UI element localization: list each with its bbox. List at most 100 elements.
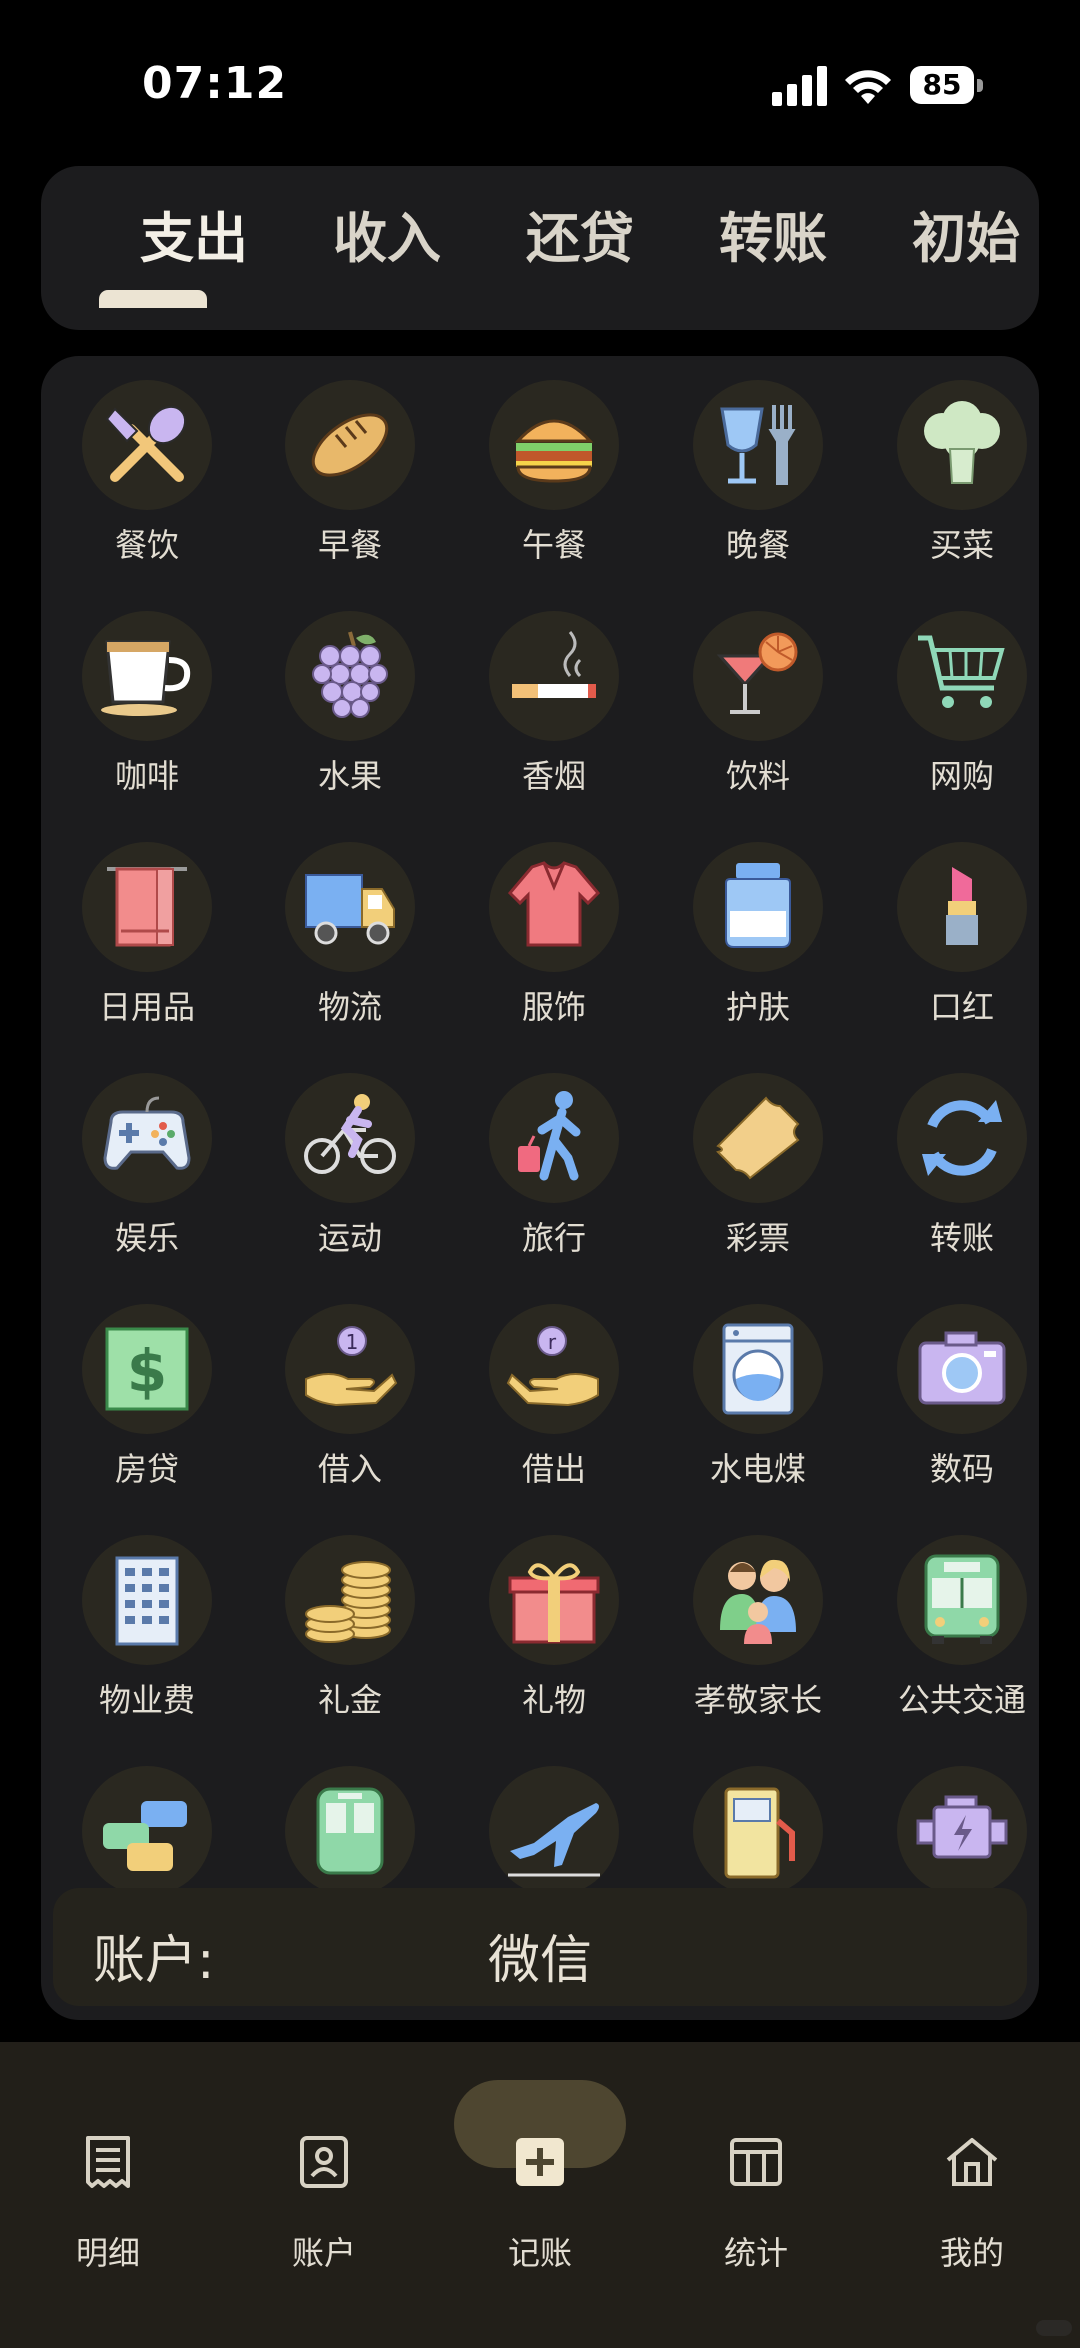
category-label: 买菜 <box>929 526 994 564</box>
gamepad-icon <box>103 1096 191 1170</box>
category-label: 口红 <box>929 988 994 1026</box>
category-icon-bg <box>897 380 1027 510</box>
nav-mine[interactable]: 我的 <box>892 2092 1052 2272</box>
nav-stats-label: 统计 <box>723 2234 788 2272</box>
category-item[interactable]: r 借出 <box>452 1304 652 1534</box>
category-item[interactable]: 礼物 <box>452 1535 652 1765</box>
category-icon-bg: 1 <box>285 1304 415 1434</box>
category-label: 水果 <box>317 757 382 795</box>
category-item[interactable]: 晚餐 <box>656 380 856 610</box>
active-tab-indicator <box>99 290 207 308</box>
category-item[interactable]: 数码 <box>860 1304 1039 1534</box>
category-item[interactable]: 物流 <box>248 842 448 1072</box>
bread-icon <box>311 413 389 477</box>
category-label: 公共交通 <box>897 1681 1026 1719</box>
category-item[interactable]: 口红 <box>860 842 1039 1072</box>
category-icon-bg <box>693 842 823 972</box>
category-icon-bg <box>693 1073 823 1203</box>
category-item[interactable]: 午餐 <box>452 380 652 610</box>
category-icon-bg <box>82 1535 212 1665</box>
category-icon-bg <box>82 842 212 972</box>
cars-icon <box>103 1801 187 1871</box>
gift-icon <box>508 1563 600 1644</box>
category-item[interactable]: 网购 <box>860 611 1039 841</box>
category-label: 饮料 <box>725 757 790 795</box>
bus-icon <box>924 1554 1000 1644</box>
svg-text:1: 1 <box>346 1330 359 1354</box>
cigarette-icon <box>512 631 596 698</box>
category-item[interactable]: 水果 <box>248 611 448 841</box>
category-item[interactable]: 娱乐 <box>45 1073 245 1303</box>
category-item[interactable]: 买菜 <box>860 380 1039 610</box>
category-item[interactable]: 服饰 <box>452 842 652 1072</box>
category-icon-bg <box>285 611 415 741</box>
category-label: 娱乐 <box>114 1219 179 1257</box>
nav-accounts[interactable]: 账户 <box>244 2092 404 2272</box>
hand-coin-in-icon: 1 <box>305 1326 398 1407</box>
category-item[interactable]: 彩票 <box>656 1073 856 1303</box>
category-label: 彩票 <box>725 1219 790 1257</box>
tab-income[interactable]: 收入 <box>312 194 462 273</box>
category-label: 礼物 <box>521 1681 586 1719</box>
category-label: 早餐 <box>317 526 382 564</box>
category-icon-bg <box>82 1766 212 1896</box>
coins-icon <box>305 1561 391 1643</box>
svg-text:$: $ <box>127 1337 167 1405</box>
burger-icon <box>514 419 594 483</box>
category-label: 香烟 <box>521 757 586 795</box>
category-item[interactable]: 香烟 <box>452 611 652 841</box>
lipstick-icon <box>946 867 978 945</box>
battery-level: 85 <box>910 66 974 104</box>
category-icon-bg <box>897 1073 1027 1203</box>
category-icon-bg <box>489 1073 619 1203</box>
category-grid: 餐饮 早餐 午餐 晚餐 买菜咖啡 水果 香烟 饮料 网购日用品 物流 服饰 护肤 口红娱乐 运动 旅行 彩票 转… <box>41 380 1039 2020</box>
category-label: 水电煤 <box>709 1450 806 1488</box>
category-item[interactable]: 转账 <box>860 1073 1039 1303</box>
tab-transfer[interactable]: 转账 <box>698 194 848 273</box>
category-item[interactable]: 孝敬家长 <box>656 1535 856 1765</box>
broccoli-icon <box>924 401 1000 484</box>
category-item[interactable]: 礼金 <box>248 1535 448 1765</box>
category-item[interactable]: 水电煤 <box>656 1304 856 1534</box>
category-item[interactable]: 护肤 <box>656 842 856 1072</box>
category-item[interactable]: 公共交通 <box>860 1535 1039 1765</box>
traveler-icon <box>518 1091 581 1181</box>
category-label: 数码 <box>929 1450 994 1488</box>
tab-repayment[interactable]: 还贷 <box>505 194 655 273</box>
category-item[interactable]: $ 房贷 <box>45 1304 245 1534</box>
category-icon-bg <box>285 1766 415 1896</box>
tab-expense[interactable]: 支出 <box>119 194 269 273</box>
ticket-icon <box>716 1096 800 1180</box>
category-icon-bg <box>489 842 619 972</box>
category-label: 房贷 <box>114 1450 179 1488</box>
nav-record[interactable]: 记账 <box>460 2092 620 2272</box>
category-panel: 餐饮 早餐 午餐 晚餐 买菜咖啡 水果 香烟 饮料 网购日用品 物流 服饰 护肤 口红娱乐 运动 旅行 彩票 转… <box>41 356 1039 2020</box>
category-item[interactable]: 咖啡 <box>45 611 245 841</box>
category-item[interactable]: 早餐 <box>248 380 448 610</box>
nav-accounts-label: 账户 <box>291 2234 356 2272</box>
category-label: 晚餐 <box>725 526 790 564</box>
category-icon-bg: r <box>489 1304 619 1434</box>
category-item[interactable]: 1 借入 <box>248 1304 448 1534</box>
category-item[interactable]: 物业费 <box>45 1535 245 1765</box>
category-item[interactable]: 餐饮 <box>45 380 245 610</box>
home-icon <box>946 2138 998 2186</box>
category-label: 网购 <box>929 757 994 795</box>
tab-initial[interactable]: 初始 <box>891 194 1041 273</box>
category-icon-bg <box>897 1304 1027 1434</box>
category-item[interactable]: 运动 <box>248 1073 448 1303</box>
account-selector[interactable]: 账户: 微信 <box>53 1888 1027 2006</box>
add-square-icon <box>516 2138 564 2186</box>
washing-machine-icon <box>722 1323 794 1415</box>
family-icon <box>720 1559 796 1644</box>
nav-details[interactable]: 明细 <box>28 2092 188 2272</box>
nav-stats[interactable]: 统计 <box>676 2092 836 2272</box>
airplane-icon <box>508 1803 600 1877</box>
category-item[interactable]: 饮料 <box>656 611 856 841</box>
category-icon-bg: $ <box>82 1304 212 1434</box>
svg-text:r: r <box>548 1330 557 1354</box>
cellular-signal-icon <box>772 66 827 106</box>
category-item[interactable]: 旅行 <box>452 1073 652 1303</box>
towel-icon <box>107 867 187 947</box>
category-item[interactable]: 日用品 <box>45 842 245 1072</box>
